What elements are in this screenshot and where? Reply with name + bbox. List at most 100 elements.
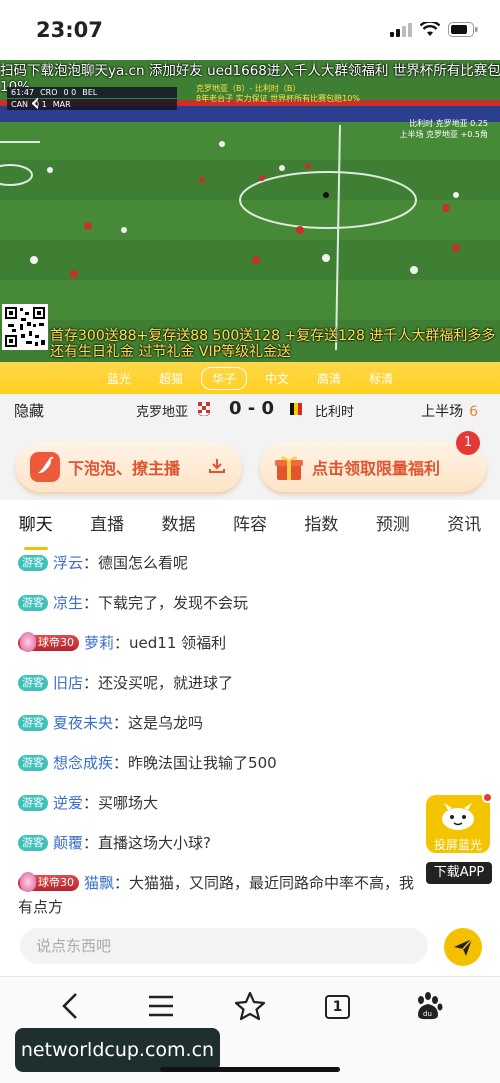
signal-icon <box>390 22 412 37</box>
guest-badge: 游客 <box>18 675 48 691</box>
chat-message: 游客 颠覆：直播这场大小球? <box>18 831 211 855</box>
baidu-paw-icon: du <box>418 992 443 1020</box>
menu-icon <box>149 995 173 1017</box>
tab-count: 1 <box>325 995 350 1019</box>
top-promo-line-1: 克罗地亚（B）- 比利时（B） <box>196 84 301 93</box>
right-odds-line-2: 上半场 克罗地亚 +0.5角 <box>399 130 488 139</box>
chat-username[interactable]: 浮云 <box>53 554 83 572</box>
guest-badge: 游客 <box>18 715 48 731</box>
download-bubble-button[interactable]: 下泡泡、撩主播 <box>16 442 242 492</box>
right-odds-text: 比利时 克罗地亚 0.25 上半场 克罗地亚 +0.5角 <box>399 118 488 140</box>
chat-username[interactable]: 颠覆 <box>53 834 83 852</box>
status-bar: 23:07 <box>0 0 500 60</box>
chat-colon: ： <box>83 794 99 812</box>
favorite-button[interactable] <box>232 991 268 1021</box>
tab-lineup[interactable]: 阵容 <box>214 508 285 544</box>
back-arrow-icon <box>62 993 77 1019</box>
match-minute: 6 <box>469 404 478 420</box>
chat-username[interactable]: 凉生 <box>53 594 83 612</box>
quality-option-chaomao[interactable]: 超猫 <box>149 368 193 389</box>
overlay-team-a: CRO <box>40 88 58 97</box>
chat-username[interactable]: 夏夜未央 <box>53 714 113 732</box>
belgium-flag-icon <box>290 403 302 415</box>
guest-badge: 游客 <box>18 755 48 771</box>
chili-app-icon <box>30 452 60 482</box>
guest-badge: 游客 <box>18 555 48 571</box>
baidu-button[interactable]: du <box>410 991 446 1021</box>
team-a-name: 克罗地亚 <box>136 405 189 420</box>
chat-username[interactable]: 旧店 <box>53 674 83 692</box>
bottom-promo-text: 首存300送88+复存送88 500送128 +复存送128 进千人大群福利多多… <box>50 328 496 360</box>
quality-option-chinese[interactable]: 中文 <box>255 368 299 389</box>
chat-colon: ： <box>83 554 99 572</box>
wifi-icon <box>420 22 440 36</box>
chat-message: 球帝30 萝莉：ued11 领福利 <box>18 631 226 655</box>
quality-option-hd[interactable]: 高清 <box>307 368 351 389</box>
vip-level-badge: 球帝30 <box>18 632 79 652</box>
notification-badge: 1 <box>456 431 480 455</box>
team-b-name: 比利时 <box>315 405 355 420</box>
chat-username[interactable]: 想念成疾 <box>53 754 113 772</box>
vip-level-badge: 球帝30 <box>18 872 79 892</box>
cast-bluray-button[interactable]: 投屏蓝光 <box>426 792 493 853</box>
chat-input-bar <box>0 916 500 976</box>
chat-colon: ： <box>114 874 130 892</box>
status-icons <box>390 22 478 37</box>
hide-button[interactable]: 隐藏 <box>14 400 44 421</box>
marquee-line-1: 扫码下载泡泡聊天ya.cn 添加好友 ued1668进入千人大群领福利 世界杯所… <box>0 63 500 79</box>
tab-news[interactable]: 资讯 <box>429 508 500 544</box>
right-odds-line-1: 比利时 克罗地亚 0.25 <box>409 119 488 128</box>
chat-message: 游客 浮云：德国怎么看呢 <box>18 551 188 575</box>
guest-badge: 游客 <box>18 595 48 611</box>
chat-colon: ： <box>113 754 129 772</box>
home-indicator <box>160 1067 340 1072</box>
tab-odds[interactable]: 指数 <box>286 508 357 544</box>
chat-message: 游客 想念成疾：昨晚法国让我输了500 <box>18 751 277 775</box>
tabs-button[interactable]: 1 <box>320 991 356 1021</box>
send-button[interactable] <box>444 928 482 966</box>
mascot-icon <box>442 803 474 830</box>
top-promo-line-2: 8年老台子 实力保证 世界杯所有比赛包赔10% <box>196 94 360 103</box>
chat-text: 昨晚法国让我输了500 <box>128 754 277 772</box>
half-label: 上半场 <box>421 404 464 420</box>
overlay-team-d: MAR <box>52 100 71 109</box>
cast-label: 投屏蓝光 <box>433 838 482 852</box>
menu-button[interactable] <box>143 991 179 1021</box>
quality-option-huazi[interactable]: 华子 <box>200 366 247 390</box>
tab-data[interactable]: 数据 <box>143 508 214 544</box>
chat-list[interactable]: 游客 浮云：德国怎么看呢 游客 凉生：下载完了，发现不会玩 球帝30 萝莉：ued11… <box>0 546 420 916</box>
quality-selector: 蓝光 超猫 华子 中文 高清 标清 <box>0 362 500 394</box>
match-score: 0 - 0 <box>229 398 275 419</box>
qr-code-icon <box>2 304 48 350</box>
gift-box-icon <box>275 456 303 480</box>
video-player[interactable]: 扫码下载泡泡聊天ya.cn 添加好友 ued1668进入千人大群领福利 世界杯所… <box>0 60 500 362</box>
back-button[interactable] <box>54 991 90 1021</box>
chat-colon: ： <box>114 634 130 652</box>
chat-username[interactable]: 萝莉 <box>84 634 114 652</box>
chat-message: 游客 逆爱：买哪场大 <box>18 791 158 815</box>
chat-username[interactable]: 猫飘 <box>84 874 114 892</box>
chat-username[interactable]: 逆爱 <box>53 794 83 812</box>
star-icon <box>234 991 266 1021</box>
overlay-team-b: BEL <box>82 88 98 97</box>
claim-welfare-button[interactable]: 点击领取限量福利 <box>260 442 486 492</box>
tab-live[interactable]: 直播 <box>71 508 142 544</box>
quality-option-sd[interactable]: 标清 <box>359 368 403 389</box>
send-icon <box>454 938 473 956</box>
content-tabs: 聊天 直播 数据 阵容 指数 预测 资讯 <box>0 508 500 550</box>
chat-text: 德国怎么看呢 <box>98 554 189 572</box>
tab-prediction[interactable]: 预测 <box>357 508 428 544</box>
guest-badge: 游客 <box>18 795 48 811</box>
chat-input[interactable] <box>20 928 428 964</box>
chat-colon: ： <box>83 594 99 612</box>
chat-message: 游客 夏夜未央：这是乌龙吗 <box>18 711 203 735</box>
top-promo-text: 克罗地亚（B）- 比利时（B） 8年老台子 实力保证 世界杯所有比赛包赔10% <box>196 84 360 104</box>
promo-area: 下泡泡、撩主播 点击领取限量福利 <box>0 426 500 500</box>
tab-chat[interactable]: 聊天 <box>0 508 71 550</box>
battery-icon <box>448 22 478 37</box>
back-chevron-icon[interactable]: ‹ <box>30 88 40 118</box>
quality-option-bluray[interactable]: 蓝光 <box>97 368 141 389</box>
chat-text: 这是乌龙吗 <box>128 714 204 732</box>
download-icon <box>209 459 225 473</box>
download-app-button[interactable]: 下载APP <box>426 862 492 884</box>
